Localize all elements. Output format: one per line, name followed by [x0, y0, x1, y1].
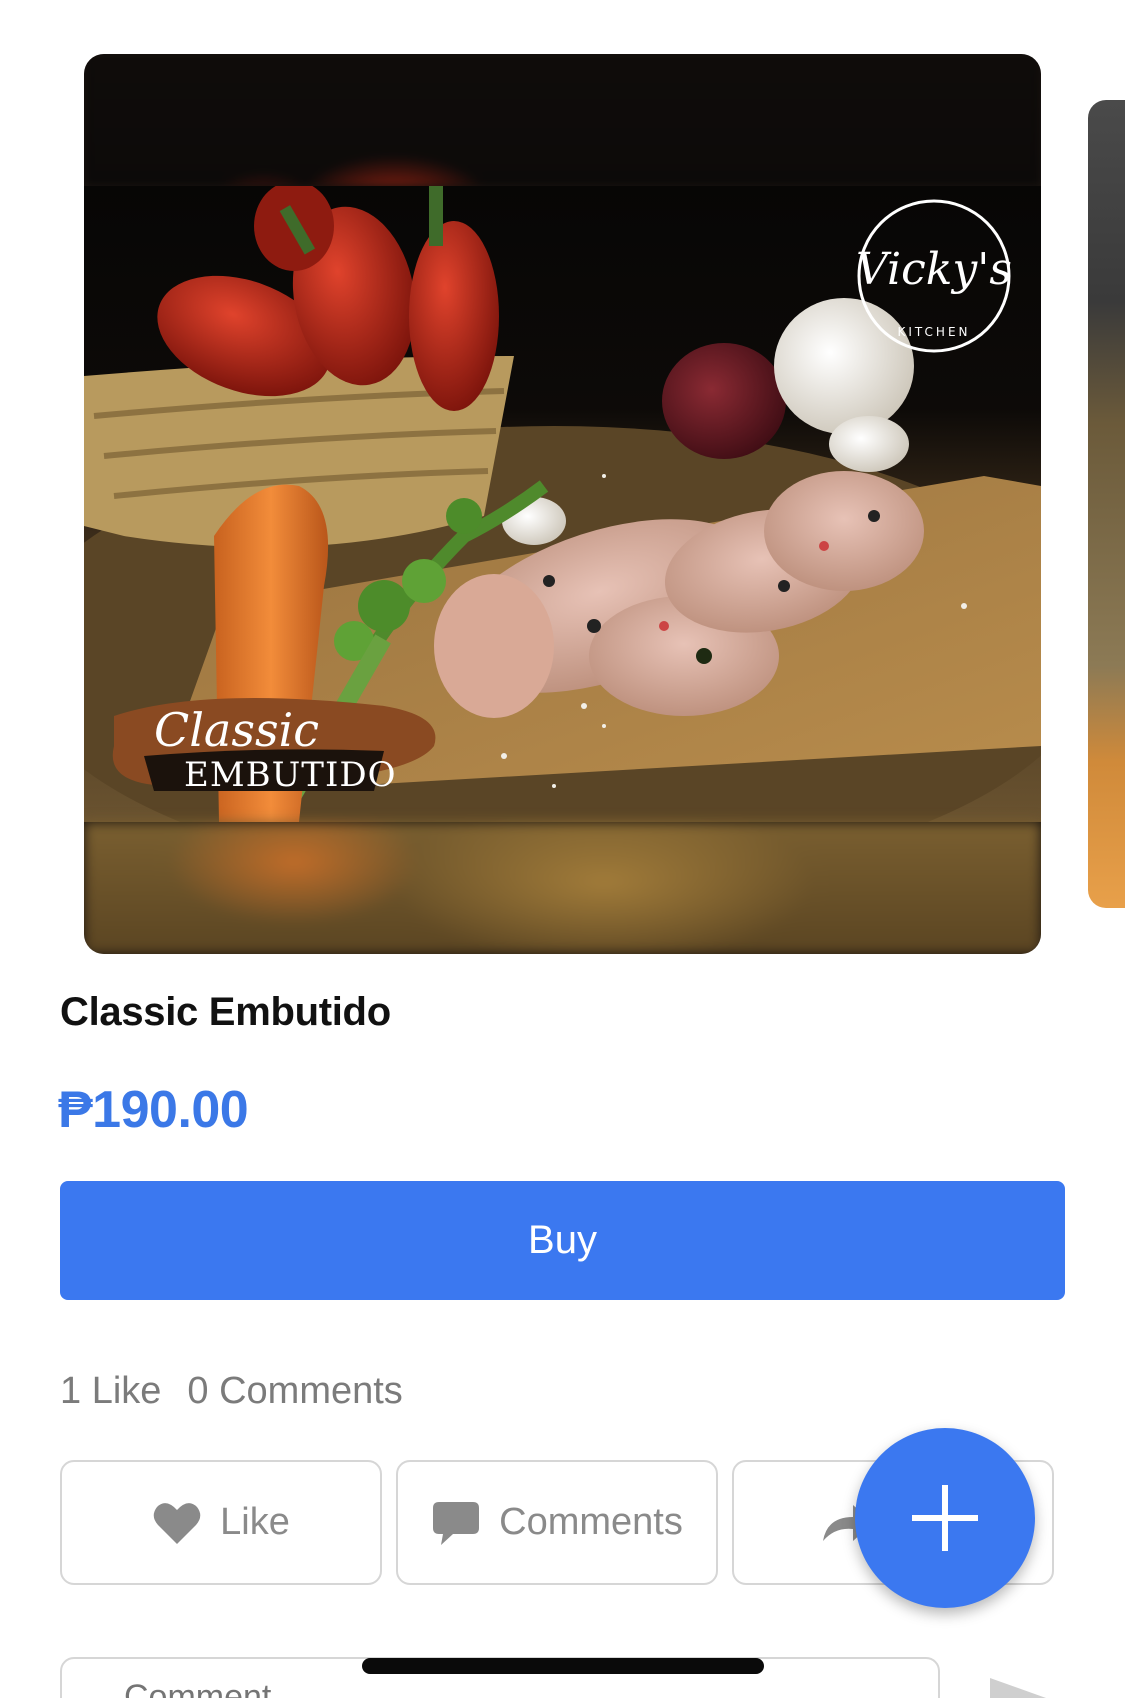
product-post-page: Vicky's KITCHEN Classic EMBUTIDO Classic…: [0, 0, 1125, 1698]
product-image-card[interactable]: Vicky's KITCHEN Classic EMBUTIDO: [84, 54, 1041, 954]
plus-icon: [912, 1485, 978, 1551]
product-overlay-label: Classic EMBUTIDO: [112, 698, 436, 795]
speech-bubble-icon: [433, 1501, 480, 1545]
buy-button[interactable]: Buy: [60, 1181, 1065, 1300]
product-price: ₱190.00: [58, 1081, 249, 1139]
comments-button[interactable]: Comments: [396, 1460, 718, 1585]
likes-count[interactable]: 1 Like: [60, 1370, 161, 1413]
send-icon[interactable]: [988, 1676, 1048, 1698]
next-image-card[interactable]: [1088, 100, 1125, 908]
product-title: Classic Embutido: [60, 990, 391, 1034]
comments-count[interactable]: 0 Comments: [187, 1370, 402, 1413]
image-blur-top: [84, 54, 1041, 186]
like-button-label: Like: [220, 1501, 290, 1543]
image-carousel[interactable]: Vicky's KITCHEN Classic EMBUTIDO: [0, 0, 1125, 960]
brand-logo-text: Vicky's: [856, 244, 1012, 295]
brand-logo-subtext: KITCHEN: [898, 325, 971, 339]
comments-button-label: Comments: [499, 1501, 683, 1543]
add-fab-button[interactable]: [855, 1428, 1035, 1608]
like-button[interactable]: Like: [60, 1460, 382, 1585]
product-photo: Vicky's KITCHEN Classic EMBUTIDO: [84, 186, 1041, 822]
overlay-script-text: Classic: [154, 703, 319, 757]
engagement-stats: 1 Like 0 Comments: [60, 1370, 403, 1413]
overlay-block-text: EMBUTIDO: [184, 755, 397, 795]
heart-icon: [153, 1502, 201, 1544]
image-blur-bottom: [84, 822, 1041, 954]
home-indicator: [362, 1658, 764, 1674]
